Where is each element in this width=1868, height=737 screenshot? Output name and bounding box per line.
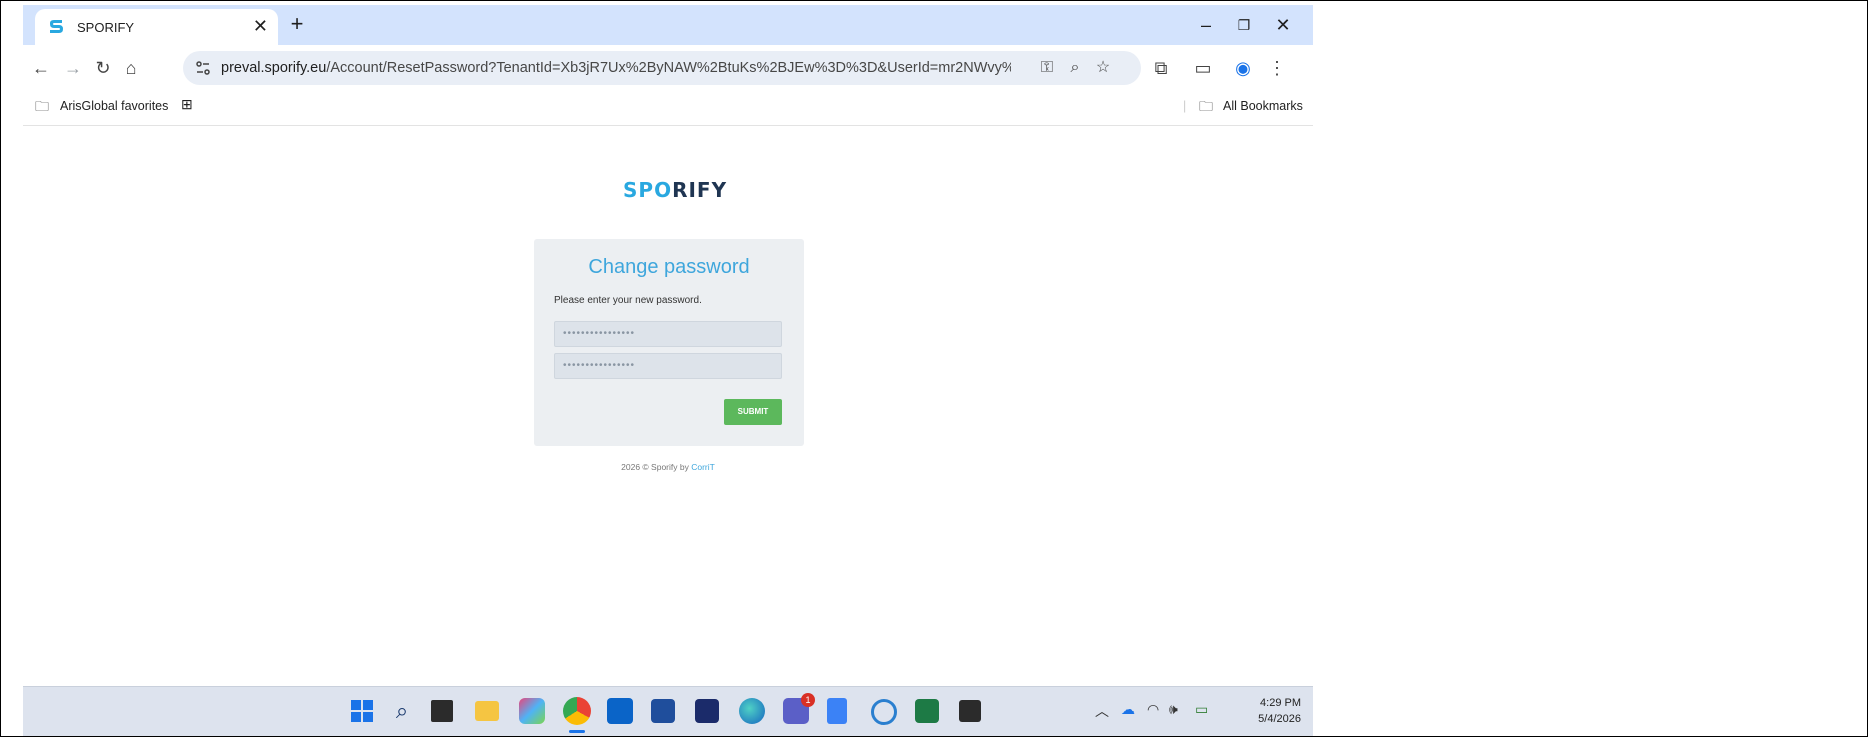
clock[interactable]: 4:29 PM 5/4/2026 [1241, 695, 1301, 727]
bookmarks-divider: | [1183, 99, 1187, 113]
outlook-icon[interactable] [607, 698, 633, 724]
logo-suffix: RIFY [672, 178, 728, 202]
volume-icon[interactable]: 🕪 [1169, 701, 1178, 718]
footer-text: 2026 © Sporify by [621, 462, 692, 472]
change-password-card: Change password Please enter your new pa… [534, 239, 804, 446]
jetbrains-icon[interactable] [695, 699, 719, 723]
reload-icon[interactable]: ↻ [89, 53, 117, 83]
url-text[interactable]: preval.sporify.eu/Account/ResetPassword?… [221, 60, 1011, 76]
tab-sporify[interactable]: SPORIFY ✕ [35, 9, 278, 45]
extensions-icon[interactable]: ⧉ [1147, 53, 1175, 83]
browser-toolbar: ← → ↻ ⌂ preval.sporify.eu/Account/ResetP… [23, 45, 1313, 91]
confirm-password-field[interactable]: •••••••••••••••• [554, 353, 782, 379]
form-title: Change password [588, 256, 750, 278]
calendar-app-icon[interactable] [651, 699, 675, 723]
battery-icon[interactable]: ▭ [1195, 701, 1208, 718]
browser-window: SPORIFY ✕ + – ❐ ✕ ← → ↻ ⌂ preval.sporify… [23, 5, 1313, 736]
site-info-icon[interactable] [193, 58, 213, 78]
m365-icon[interactable] [519, 698, 545, 724]
window-close-icon[interactable]: ✕ [1260, 11, 1306, 39]
new-tab-icon[interactable]: + [283, 11, 311, 37]
profile-icon[interactable]: ◉ [1229, 53, 1257, 83]
url-path: /Account/ResetPassword?TenantId=Xb3jR7Ux… [326, 60, 1011, 76]
clock-time: 4:29 PM [1260, 697, 1301, 709]
home-icon[interactable]: ⌂ [117, 53, 145, 83]
new-password-field[interactable]: •••••••••••••••• [554, 321, 782, 347]
notepad-icon[interactable] [827, 698, 847, 724]
sticky-notes-icon[interactable] [959, 700, 981, 722]
taskbar: ⌕ 1 ︿ ☁ ◠ 🕪 ▭ 4:29 PM 5/4/2026 [23, 686, 1313, 736]
tab-title: SPORIFY [77, 20, 135, 35]
address-bar[interactable]: preval.sporify.eu/Account/ResetPassword?… [183, 51, 1141, 85]
menu-icon[interactable]: ⋮ [1263, 53, 1291, 83]
logo-mid: O [654, 178, 673, 202]
onedrive-icon[interactable]: ☁ [1121, 701, 1135, 718]
wifi-icon[interactable]: ◠ [1147, 701, 1159, 718]
apps-grid-icon[interactable]: ⊞ [181, 96, 193, 113]
browser-app-icon[interactable] [871, 699, 897, 725]
page-content: SPORIFY Change password Please enter you… [23, 126, 1313, 686]
all-bookmarks[interactable]: All Bookmarks [1223, 99, 1303, 113]
excel-icon[interactable] [915, 699, 939, 723]
reading-list-icon[interactable]: ▭ [1189, 53, 1217, 83]
managed-folder-icon: 🗀 [35, 98, 49, 114]
file-explorer-icon[interactable] [475, 701, 499, 721]
active-app-indicator [569, 730, 585, 733]
form-subtitle: Please enter your new password. [554, 295, 702, 306]
teams-badge: 1 [801, 693, 815, 707]
zoom-icon[interactable]: ⌕ [1063, 56, 1087, 80]
edge-icon[interactable] [739, 698, 765, 724]
screen-frame: SPORIFY ✕ + – ❐ ✕ ← → ↻ ⌂ preval.sporify… [0, 0, 1868, 737]
bookmark-folder-arisglobal[interactable]: ArisGlobal favorites [60, 99, 168, 113]
forward-icon[interactable]: → [59, 53, 87, 83]
close-tab-icon[interactable]: ✕ [253, 15, 268, 37]
tray-overflow-icon[interactable]: ︿ [1095, 701, 1109, 721]
tab-strip: SPORIFY ✕ + – ❐ ✕ [23, 5, 1313, 45]
chrome-icon[interactable] [563, 697, 591, 725]
search-icon[interactable]: ⌕ [387, 696, 417, 726]
sporify-logo: SPORIFY [623, 178, 727, 202]
sporify-favicon-icon [50, 20, 63, 33]
bookmark-star-icon[interactable]: ☆ [1091, 56, 1115, 80]
footer-link[interactable]: CorriT [691, 462, 715, 472]
logo-prefix: SP [623, 178, 655, 202]
page-footer: 2026 © Sporify by CorriT [23, 462, 1313, 472]
folder-icon: 🗀 [1199, 98, 1213, 114]
back-icon[interactable]: ← [27, 53, 55, 83]
bookmarks-bar: 🗀 ArisGlobal favorites ⊞ | 🗀 All Bookmar… [23, 91, 1313, 126]
submit-button[interactable]: SUBMIT [724, 399, 782, 425]
task-view-icon[interactable] [431, 700, 453, 722]
start-icon[interactable] [347, 696, 377, 726]
clock-date: 5/4/2026 [1258, 713, 1301, 725]
url-host: preval.sporify.eu [221, 60, 327, 76]
password-key-icon[interactable]: ⚿ [1035, 56, 1059, 80]
